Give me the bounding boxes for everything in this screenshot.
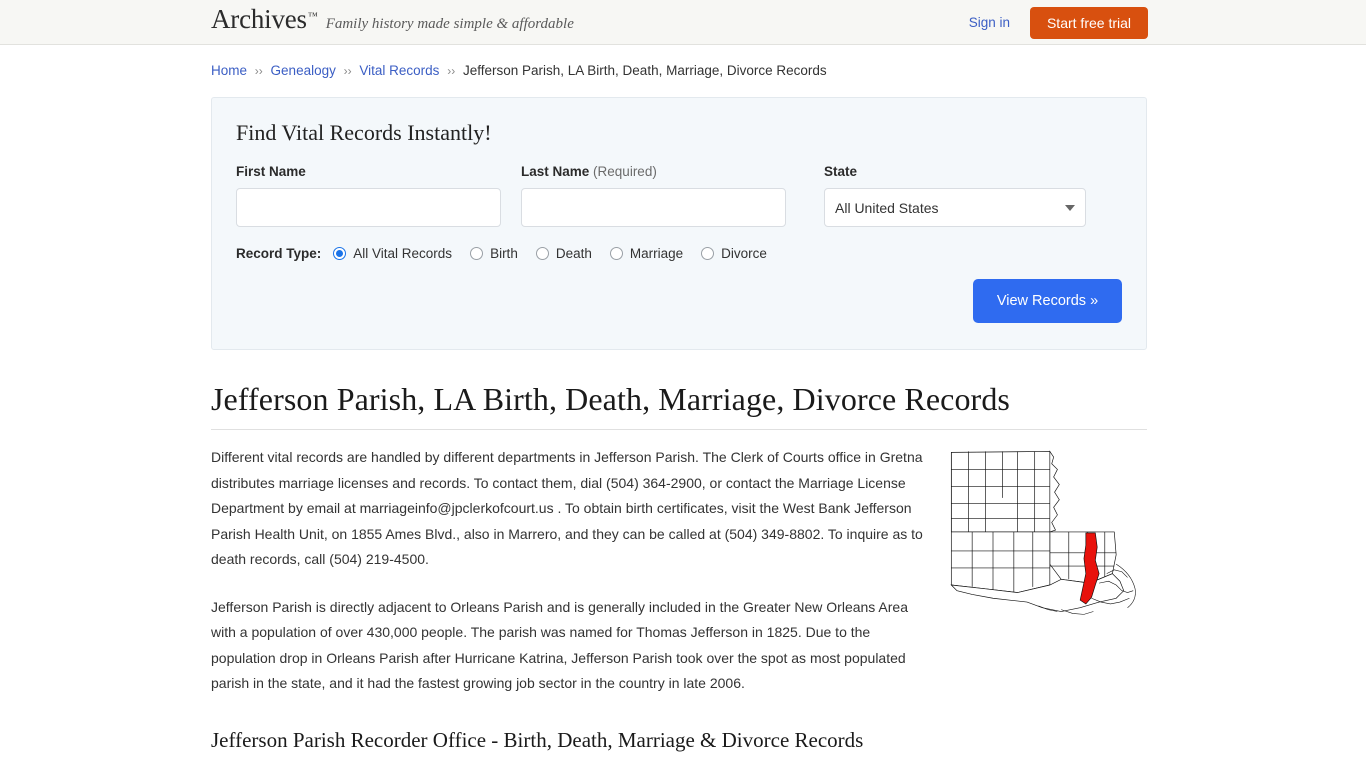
breadcrumb-separator: ›› bbox=[447, 64, 456, 78]
radio-birth[interactable]: Birth bbox=[470, 246, 518, 261]
state-select[interactable]: All United States bbox=[824, 188, 1086, 227]
article-paragraph: Different vital records are handled by d… bbox=[211, 449, 923, 568]
section-heading-recorder-office: Jefferson Parish Recorder Office - Birth… bbox=[211, 727, 864, 752]
radio-label-death: Death bbox=[555, 246, 592, 261]
start-free-trial-button[interactable]: Start free trial bbox=[1029, 6, 1148, 39]
radio-marriage[interactable]: Marriage bbox=[609, 246, 684, 261]
last-name-label: Last Name (Required) bbox=[521, 164, 786, 179]
first-name-label: First Name bbox=[236, 164, 306, 179]
radio-divorce[interactable]: Divorce bbox=[701, 246, 767, 261]
sign-in-link[interactable]: Sign in bbox=[969, 15, 1010, 30]
state-field-group: State All United States bbox=[824, 164, 1086, 227]
breadcrumb-separator: ›› bbox=[254, 64, 263, 78]
radio-icon-selected[interactable] bbox=[333, 247, 347, 260]
state-select-wrapper: All United States bbox=[824, 188, 1086, 227]
last-name-input[interactable] bbox=[521, 188, 786, 227]
content-container: Home ›› Genealogy ›› Vital Records ›› Je… bbox=[211, 45, 1147, 768]
breadcrumb-item-genealogy[interactable]: Genealogy bbox=[271, 63, 336, 78]
radio-label-birth: Birth bbox=[490, 246, 518, 261]
breadcrumb-item-current: Jefferson Parish, LA Birth, Death, Marri… bbox=[462, 63, 827, 78]
breadcrumb-separator: ›› bbox=[343, 64, 352, 78]
brand-logo[interactable]: Archives ™ Family history made simple & … bbox=[211, 6, 574, 33]
last-name-field-group: Last Name (Required) bbox=[521, 164, 786, 227]
first-name-field-group: First Name bbox=[236, 164, 501, 227]
radio-icon[interactable] bbox=[470, 247, 484, 260]
page-title: Jefferson Parish, LA Birth, Death, Marri… bbox=[211, 381, 1010, 417]
breadcrumb-item-vital-records[interactable]: Vital Records bbox=[359, 63, 439, 78]
record-type-radio-group: Record Type: All Vital Records Birth Dea… bbox=[236, 246, 1122, 261]
search-submit-row: View Records » bbox=[236, 279, 1122, 323]
site-header: Archives ™ Family history made simple & … bbox=[0, 0, 1366, 45]
radio-death[interactable]: Death bbox=[535, 246, 592, 261]
header-actions: Sign in Start free trial bbox=[969, 0, 1148, 45]
article-paragraph: Jefferson Parish is directly adjacent to… bbox=[211, 598, 908, 692]
trademark-icon: ™ bbox=[307, 11, 318, 22]
vital-records-search-panel: Find Vital Records Instantly! First Name… bbox=[211, 97, 1147, 350]
brand-tagline: Family history made simple & affordable bbox=[325, 16, 574, 32]
radio-label-marriage: Marriage bbox=[629, 246, 684, 261]
record-type-heading: Record Type: bbox=[236, 246, 322, 261]
breadcrumb-item-home[interactable]: Home bbox=[211, 63, 247, 78]
search-fields-row: First Name Last Name (Required) State Al… bbox=[236, 164, 1122, 227]
breadcrumb: Home ›› Genealogy ›› Vital Records ›› Je… bbox=[211, 45, 1147, 78]
louisiana-parish-map bbox=[947, 441, 1147, 621]
last-name-required-note: (Required) bbox=[593, 164, 657, 179]
search-panel-title: Find Vital Records Instantly! bbox=[236, 120, 492, 145]
radio-label-divorce: Divorce bbox=[721, 246, 767, 261]
article: Jefferson Parish, LA Birth, Death, Marri… bbox=[211, 380, 1147, 768]
radio-label-all-vital-records: All Vital Records bbox=[353, 246, 453, 261]
last-name-label-text: Last Name bbox=[521, 164, 590, 179]
first-name-input[interactable] bbox=[236, 188, 501, 227]
page-body: Home ›› Genealogy ›› Vital Records ›› Je… bbox=[0, 45, 1366, 768]
radio-icon[interactable] bbox=[701, 247, 715, 260]
title-divider bbox=[211, 429, 1147, 431]
radio-icon[interactable] bbox=[609, 247, 623, 260]
header-inner: Archives ™ Family history made simple & … bbox=[0, 0, 1366, 45]
state-label: State bbox=[824, 164, 858, 179]
radio-all-vital-records[interactable]: All Vital Records bbox=[333, 246, 452, 261]
article-body: Different vital records are handled by d… bbox=[211, 445, 1147, 697]
view-records-button[interactable]: View Records » bbox=[973, 279, 1122, 323]
brand-name: Archives bbox=[211, 4, 307, 34]
radio-icon[interactable] bbox=[535, 247, 549, 260]
